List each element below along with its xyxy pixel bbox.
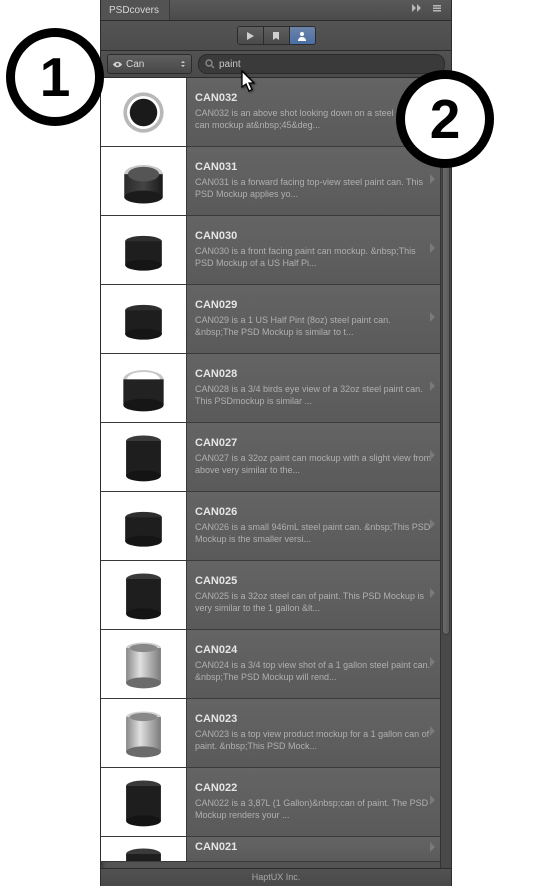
item-title: CAN031: [195, 161, 432, 173]
chevron-right-icon: [428, 586, 436, 604]
item-info: CAN028 CAN028 is a 3/4 birds eye view of …: [187, 354, 440, 422]
item-info: CAN029 CAN029 is a 1 US Half Pint (8oz) s…: [187, 285, 440, 353]
item-thumbnail: [101, 561, 187, 629]
item-title: CAN026: [195, 506, 432, 518]
item-info: CAN022 CAN022 is a 3,87L (1 Gallon)&nbsp;…: [187, 768, 440, 836]
list-item[interactable]: CAN023 CAN023 is a top view product mocku…: [101, 699, 440, 768]
item-title: CAN024: [195, 644, 432, 656]
list-item[interactable]: CAN028 CAN028 is a 3/4 birds eye view of …: [101, 354, 440, 423]
list-item[interactable]: CAN024 CAN024 is a 3/4 top view shot of a…: [101, 630, 440, 699]
list-item[interactable]: CAN029 CAN029 is a 1 US Half Pint (8oz) s…: [101, 285, 440, 354]
item-thumbnail: [101, 78, 187, 146]
list-item[interactable]: CAN022 CAN022 is a 3,87L (1 Gallon)&nbsp;…: [101, 768, 440, 837]
panel-menu-icon[interactable]: [431, 1, 443, 19]
results-list: CAN032CAN032 is an above shot looking do…: [101, 78, 440, 868]
chevron-right-icon: [428, 793, 436, 811]
item-info: CAN024 CAN024 is a 3/4 top view shot of a…: [187, 630, 440, 698]
item-thumbnail: [101, 699, 187, 767]
chevron-right-icon: [428, 517, 436, 535]
chevron-right-icon: [428, 310, 436, 328]
item-info: CAN025 CAN025 is a 32oz steel can of pain…: [187, 561, 440, 629]
item-description: CAN022 is a 3,87L (1 Gallon)&nbsp;can of…: [195, 798, 432, 821]
footer: HaptUX Inc.: [101, 868, 451, 886]
item-description: CAN030 is a front facing paint can mocku…: [195, 246, 432, 269]
item-info: CAN031 CAN031 is a forward facing top-vie…: [187, 147, 440, 215]
item-thumbnail: [101, 147, 187, 215]
user-button[interactable]: [290, 27, 315, 44]
item-thumbnail: [101, 630, 187, 698]
item-description: CAN028 is a 3/4 birds eye view of a 32oz…: [195, 384, 432, 407]
bookmark-button[interactable]: [264, 27, 290, 44]
eye-icon: [112, 59, 123, 70]
chevron-updown-icon: [179, 60, 187, 68]
item-title: CAN027: [195, 437, 432, 449]
item-title: CAN022: [195, 782, 432, 794]
list-item[interactable]: CAN030 CAN030 is a front facing paint can…: [101, 216, 440, 285]
chevron-right-icon: [428, 840, 436, 858]
list-item[interactable]: CAN026 CAN026 is a small 946mL steel pain…: [101, 492, 440, 561]
toolbar: [101, 21, 451, 51]
item-title: CAN028: [195, 368, 432, 380]
item-description: CAN025 is a 32oz steel can of paint. Thi…: [195, 591, 432, 614]
annotation-1: 1: [6, 28, 104, 126]
list-item[interactable]: CAN032CAN032 is an above shot looking do…: [101, 78, 440, 147]
annotation-2: 2: [396, 70, 494, 168]
item-description: CAN027 is a 32oz paint can mockup with a…: [195, 453, 432, 476]
item-info: CAN026 CAN026 is a small 946mL steel pain…: [187, 492, 440, 560]
chevron-right-icon: [428, 379, 436, 397]
item-description: CAN024 is a 3/4 top view shot of a 1 gal…: [195, 660, 432, 683]
item-description: CAN023 is a top view product mockup for …: [195, 729, 432, 752]
item-description: CAN026 is a small 946mL steel paint can.…: [195, 522, 432, 545]
item-thumbnail: [101, 216, 187, 284]
chevron-right-icon: [428, 241, 436, 259]
collapse-icon[interactable]: [411, 1, 423, 19]
item-thumbnail: [101, 837, 187, 861]
item-title: CAN025: [195, 575, 432, 587]
item-info: CAN030 CAN030 is a front facing paint can…: [187, 216, 440, 284]
item-title: CAN029: [195, 299, 432, 311]
chevron-right-icon: [428, 172, 436, 190]
play-button[interactable]: [238, 27, 264, 44]
list-item[interactable]: CAN021: [101, 837, 440, 862]
item-info: CAN021: [187, 837, 440, 861]
item-thumbnail: [101, 423, 187, 491]
item-info: CAN023 CAN023 is a top view product mocku…: [187, 699, 440, 767]
item-description: CAN029 is a 1 US Half Pint (8oz) steel p…: [195, 315, 432, 338]
filter-bar: Can paint: [101, 51, 451, 78]
panel-tab[interactable]: PSDcovers: [101, 0, 170, 20]
item-thumbnail: [101, 492, 187, 560]
item-info: CAN027 CAN027 is a 32oz paint can mockup …: [187, 423, 440, 491]
item-thumbnail: [101, 285, 187, 353]
dropdown-label: Can: [126, 59, 144, 70]
item-title: CAN023: [195, 713, 432, 725]
chevron-right-icon: [428, 448, 436, 466]
scrollbar[interactable]: [440, 78, 451, 868]
item-thumbnail: [101, 768, 187, 836]
list-item[interactable]: CAN027 CAN027 is a 32oz paint can mockup …: [101, 423, 440, 492]
view-mode-segment: [237, 26, 316, 45]
search-value: paint: [219, 59, 241, 70]
category-dropdown[interactable]: Can: [107, 54, 192, 74]
item-title: CAN032: [195, 92, 432, 104]
chevron-right-icon: [428, 724, 436, 742]
panel-tab-bar: PSDcovers: [101, 0, 451, 21]
chevron-right-icon: [428, 655, 436, 673]
item-title: CAN030: [195, 230, 432, 242]
list-item[interactable]: CAN031 CAN031 is a forward facing top-vie…: [101, 147, 440, 216]
item-thumbnail: [101, 354, 187, 422]
item-title: CAN021: [195, 841, 432, 853]
search-icon: [205, 59, 215, 69]
search-input[interactable]: paint: [198, 54, 445, 74]
list-item[interactable]: CAN025 CAN025 is a 32oz steel can of pain…: [101, 561, 440, 630]
item-description: CAN031 is a forward facing top-view stee…: [195, 177, 432, 200]
